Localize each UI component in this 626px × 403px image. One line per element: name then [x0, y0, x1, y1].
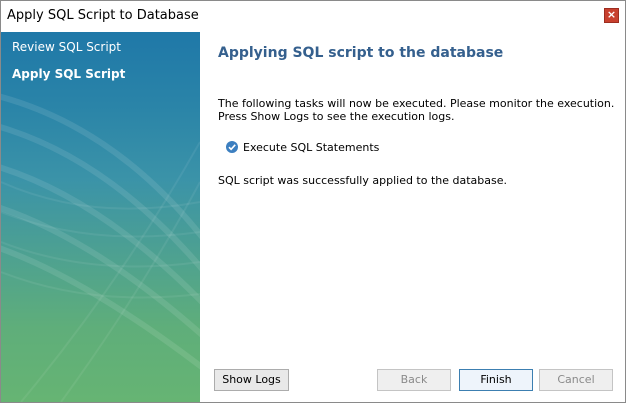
result-message: SQL script was successfully applied to t…	[218, 174, 508, 187]
close-button[interactable]: ×	[604, 8, 619, 23]
description-line-1: The following tasks will now be executed…	[218, 97, 615, 110]
title-bar: Apply SQL Script to Database ×	[1, 1, 625, 32]
wizard-content: Applying SQL script to the database The …	[200, 32, 625, 402]
sidebar-step-apply-sql-script: Apply SQL Script	[12, 67, 126, 81]
page-heading: Applying SQL script to the database	[218, 45, 504, 61]
window-title: Apply SQL Script to Database	[7, 8, 199, 23]
wizard-sidebar: Review SQL Script Apply SQL Script	[1, 32, 200, 402]
sidebar-decoration	[1, 93, 200, 402]
finish-button[interactable]: Finish	[459, 369, 533, 391]
sidebar-step-review-sql-script: Review SQL Script	[12, 40, 121, 54]
check-circle-icon	[226, 141, 238, 153]
description-line-2: Press Show Logs to see the execution log…	[218, 110, 455, 123]
task-row-execute-sql: Execute SQL Statements	[226, 139, 379, 155]
cancel-button[interactable]: Cancel	[539, 369, 613, 391]
back-button[interactable]: Back	[377, 369, 451, 391]
dialog-window: Apply SQL Script to Database × Review SQ…	[0, 0, 626, 403]
task-label: Execute SQL Statements	[243, 140, 380, 154]
close-icon: ×	[606, 8, 617, 21]
show-logs-button[interactable]: Show Logs	[214, 369, 289, 391]
